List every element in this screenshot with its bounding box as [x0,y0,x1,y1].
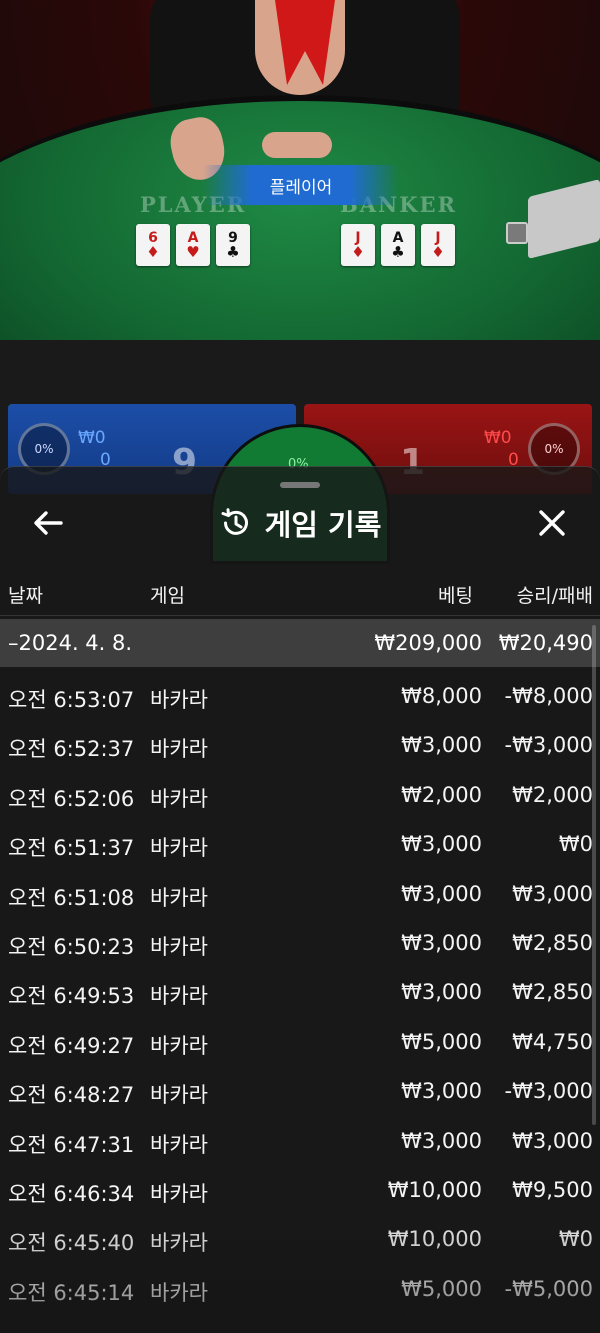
history-bet: ₩10,000 [387,1177,482,1202]
history-row[interactable]: 오전 6:50:23 바카라 ₩3,000 ₩2,850 [0,921,600,970]
playing-card: J ♦ [421,224,455,266]
history-bet: ₩2,000 [401,782,482,807]
drag-handle[interactable] [280,482,320,488]
history-row[interactable]: 오전 6:49:53 바카라 ₩3,000 ₩2,850 [0,970,600,1019]
summary-date: –2024. 4. 8. [8,631,133,655]
history-time: 오전 6:51:08 [8,885,135,910]
history-result: ₩2,850 [512,980,593,1005]
history-row[interactable]: 오전 6:49:27 바카라 ₩5,000 ₩4,750 [0,1020,600,1069]
history-bet: ₩3,000 [401,980,482,1005]
history-time: 오전 6:47:31 [8,1132,135,1157]
banker-bet-amount: ₩0 [484,428,512,448]
history-bet: ₩10,000 [387,1227,482,1252]
history-time: 오전 6:49:53 [8,984,135,1009]
history-bet: ₩3,000 [401,1079,482,1104]
column-header-bet[interactable]: 베팅 [438,581,473,608]
history-row[interactable]: 오전 6:45:40 바카라 ₩10,000 ₩0 [0,1217,600,1266]
live-dealer-video: PLAYER BANKER 플레이어 6 ♦ A ♥ 9 ♣ J ♦ A ♣ J ♦ [0,0,600,340]
playing-card: 6 ♦ [136,224,170,266]
history-time: 오전 6:46:34 [8,1181,135,1206]
history-game: 바카라 [150,1033,208,1058]
sheet-title: 게임 기록 [264,508,382,542]
history-row[interactable]: 오전 6:52:06 바카라 ₩2,000 ₩2,000 [0,773,600,822]
history-game: 바카라 [150,737,208,762]
history-row[interactable]: 오전 6:52:37 바카라 ₩3,000 -₩3,000 [0,723,600,772]
history-time: 오전 6:53:07 [8,688,135,712]
history-bet: ₩3,000 [401,930,482,955]
history-time: 오전 6:49:27 [8,1033,135,1058]
history-bet: ₩5,000 [401,1276,482,1301]
history-bet: ₩5,000 [401,1029,482,1054]
history-result: ₩2,000 [512,782,593,807]
history-result: ₩4,750 [512,1029,593,1054]
history-result: ₩9,500 [512,1177,593,1202]
history-result: -₩3,000 [504,1079,593,1104]
history-clock-icon [221,508,248,535]
column-header-date[interactable]: 날짜 [8,581,43,608]
history-game: 바카라 [150,1231,208,1256]
history-game: 바카라 [150,688,208,712]
history-bet: ₩8,000 [401,684,482,708]
history-time: 오전 6:45:14 [8,1280,135,1305]
history-result: ₩0 [558,832,593,857]
history-bet: ₩3,000 [401,832,482,857]
history-result: -₩8,000 [504,684,593,708]
history-result: ₩3,000 [512,881,593,906]
history-game: 바카라 [150,1083,208,1108]
history-result: ₩2,850 [512,930,593,955]
summary-bet-total: ₩209,000 [374,631,482,655]
history-row[interactable]: 오전 6:53:07 바카라 ₩8,000 -₩8,000 [0,674,600,723]
history-row[interactable]: 오전 6:51:08 바카라 ₩3,000 ₩3,000 [0,872,600,921]
close-icon [539,510,565,536]
date-summary-row[interactable]: –2024. 4. 8. ₩209,000 ₩20,490 [0,619,600,667]
history-game: 바카라 [150,1280,208,1305]
history-result: -₩3,000 [504,733,593,758]
history-bet: ₩3,000 [401,733,482,758]
history-game: 바카라 [150,885,208,910]
history-row[interactable]: 오전 6:47:31 바카라 ₩3,000 ₩3,000 [0,1119,600,1168]
history-game: 바카라 [150,836,208,861]
history-list: 오전 6:53:07 바카라 ₩8,000 -₩8,000 오전 6:52:37 바카라 ₩… [0,674,600,1316]
playing-card: A ♥ [176,224,210,266]
history-game: 바카라 [150,1132,208,1157]
history-time: 오전 6:45:40 [8,1231,135,1256]
history-bet: ₩3,000 [401,1128,482,1153]
history-game: 바카라 [150,786,208,811]
history-bet: ₩3,000 [401,881,482,906]
history-game: 바카라 [150,1181,208,1206]
history-result: -₩5,000 [504,1276,593,1301]
history-game: 바카라 [150,984,208,1009]
history-row[interactable]: 오전 6:46:34 바카라 ₩10,000 ₩9,500 [0,1168,600,1217]
history-time: 오전 6:48:27 [8,1083,135,1108]
scrollbar[interactable] [592,625,596,1125]
player-bet-amount: ₩0 [78,428,106,448]
history-row[interactable]: 오전 6:48:27 바카라 ₩3,000 -₩3,000 [0,1069,600,1118]
playing-card: 9 ♣ [216,224,250,266]
game-history-sheet: 게임 기록 날짜 게임 베팅 승리/패배 –2024. 4. 8. ₩209,0… [0,466,600,1333]
history-game: 바카라 [150,934,208,959]
sheet-header: 게임 기록 [0,501,600,545]
summary-result-total: ₩20,490 [498,631,593,655]
history-time: 오전 6:52:37 [8,737,135,762]
history-row[interactable]: 오전 6:51:37 바카라 ₩3,000 ₩0 [0,822,600,871]
player-win-banner: 플레이어 [203,165,399,205]
history-time: 오전 6:50:23 [8,934,135,959]
column-header-game[interactable]: 게임 [150,581,185,608]
history-row[interactable]: 오전 6:45:14 바카라 ₩5,000 -₩5,000 [0,1267,600,1316]
header-divider [0,615,600,616]
history-result: ₩0 [558,1227,593,1252]
history-time: 오전 6:52:06 [8,786,135,811]
column-header-result[interactable]: 승리/패배 [517,581,593,608]
playing-card: A ♣ [381,224,415,266]
history-result: ₩3,000 [512,1128,593,1153]
playing-card: J ♦ [341,224,375,266]
close-button[interactable] [530,503,574,543]
history-time: 오전 6:51:37 [8,836,135,861]
